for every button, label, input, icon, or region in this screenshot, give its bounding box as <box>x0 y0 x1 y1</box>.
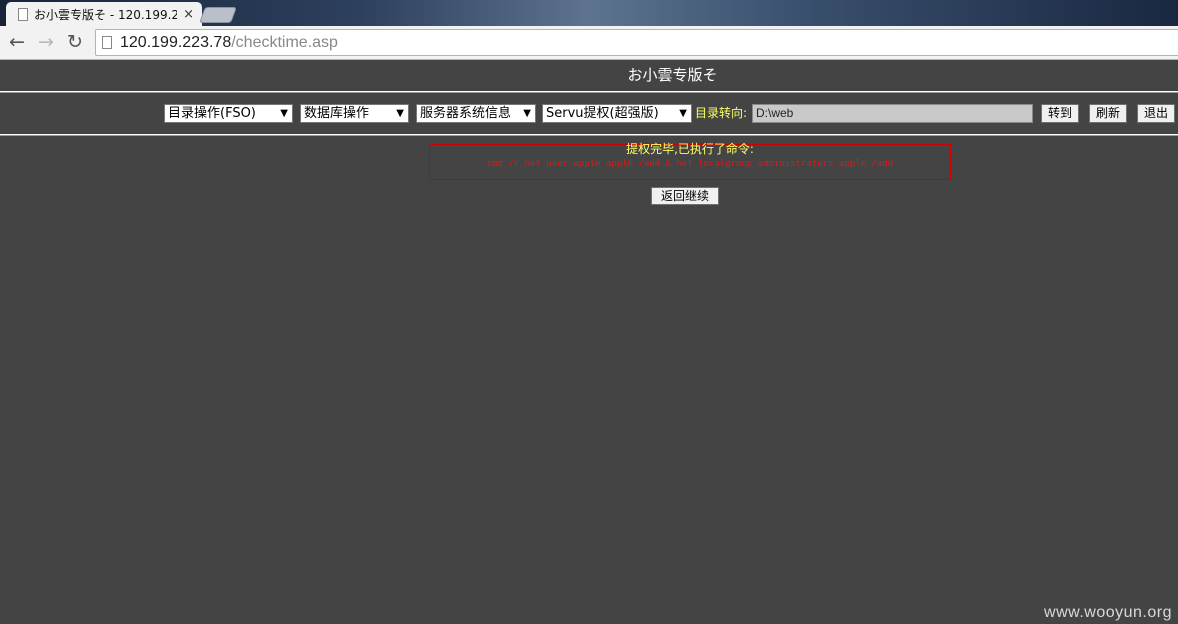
executed-command: cmd /c net user apple apple /add & net l… <box>486 159 894 169</box>
page-icon <box>102 36 112 49</box>
goto-button[interactable]: 转到 <box>1041 104 1079 123</box>
logout-button[interactable]: 退出 <box>1137 104 1175 123</box>
new-tab-button[interactable] <box>199 7 237 23</box>
servu-select[interactable]: Servu提权(超强版) ▼ <box>542 104 692 123</box>
browser-tab[interactable]: お小雲专版そ - 120.199.2 × <box>6 2 202 26</box>
database-select[interactable]: 数据库操作 ▼ <box>300 104 409 123</box>
site-title: お小雲专版そ <box>627 66 718 84</box>
page-icon <box>18 7 28 21</box>
system-info-select[interactable]: 服务器系统信息 ▼ <box>416 104 536 123</box>
back-continue-button[interactable]: 返回继续 <box>651 187 719 205</box>
refresh-button[interactable]: 刷新 <box>1089 104 1127 123</box>
tab-title: お小雲专版そ - 120.199.2 <box>34 7 178 22</box>
dropdown-arrow-icon: ▼ <box>523 108 531 119</box>
address-bar[interactable]: 120.199.223.78/checktime.asp <box>95 29 1178 56</box>
select-value: Servu提权(超强版) <box>546 106 659 121</box>
back-arrow-icon[interactable]: ← <box>5 30 29 54</box>
divider <box>0 91 1178 93</box>
forward-arrow-icon[interactable]: → <box>34 30 58 54</box>
select-value: 服务器系统信息 <box>420 106 512 121</box>
browser-tab-strip: お小雲专版そ - 120.199.2 × <box>0 0 1178 26</box>
reload-icon[interactable]: ↻ <box>63 30 87 54</box>
divider <box>0 134 1178 136</box>
url-host: 120.199.223.78 <box>120 33 232 51</box>
dropdown-arrow-icon: ▼ <box>396 108 404 119</box>
watermark: www.wooyun.org <box>1044 604 1172 621</box>
dir-label: 目录转向: <box>695 106 748 120</box>
select-value: 目录操作(FSO) <box>168 106 256 121</box>
close-icon[interactable]: × <box>183 7 194 22</box>
directory-input[interactable]: D:\web <box>752 104 1033 123</box>
browser-toolbar: ← → ↻ 120.199.223.78/checktime.asp <box>0 26 1178 60</box>
fso-select[interactable]: 目录操作(FSO) ▼ <box>164 104 293 123</box>
dropdown-arrow-icon: ▼ <box>280 108 288 119</box>
url-path: /checktime.asp <box>231 33 338 51</box>
select-value: 数据库操作 <box>304 106 370 121</box>
message-title: 提权完毕,已执行了命令: <box>626 142 754 156</box>
dropdown-arrow-icon: ▼ <box>679 108 687 119</box>
